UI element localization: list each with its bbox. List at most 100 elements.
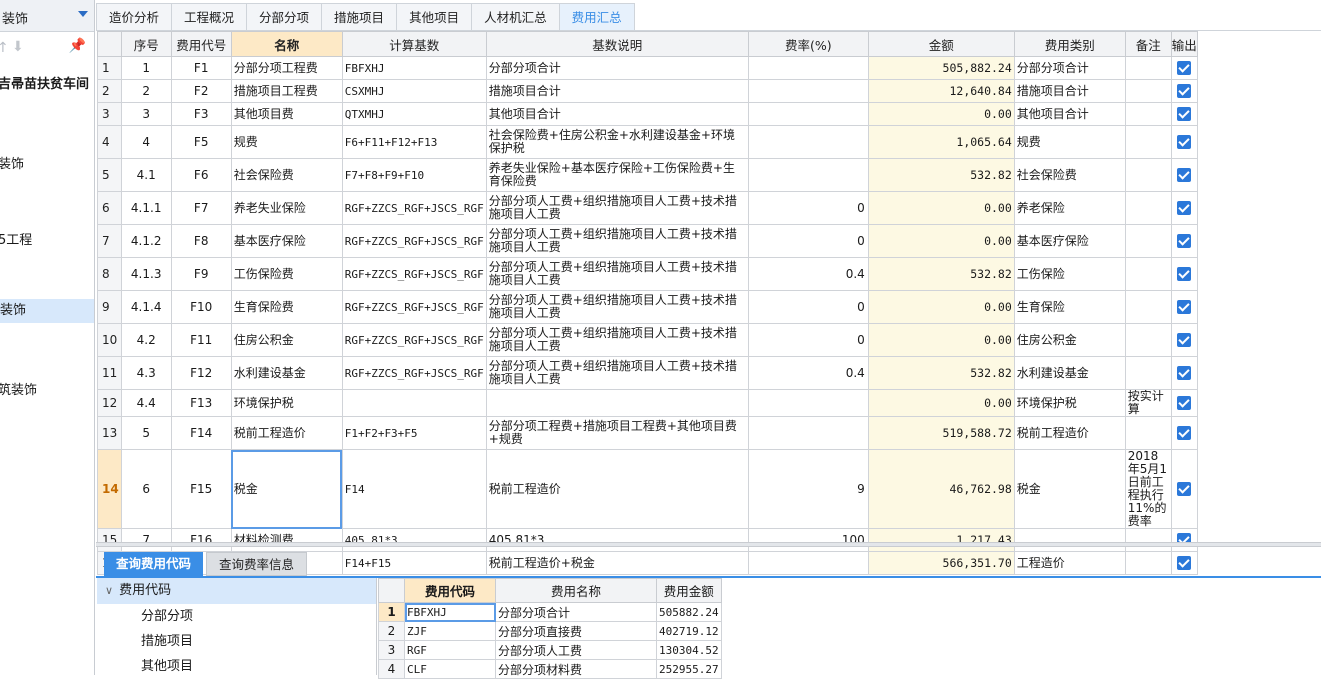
output-checkbox[interactable]: [1177, 61, 1192, 75]
column-header-name[interactable]: 名称: [230, 31, 343, 57]
cell-fee-code[interactable]: ZJF: [404, 621, 496, 641]
cell-code[interactable]: F9: [170, 257, 232, 291]
cell-code[interactable]: F7: [170, 191, 232, 225]
cell-note[interactable]: 按实计算: [1124, 389, 1172, 417]
code-column-header-2[interactable]: 费用金额: [656, 578, 722, 603]
column-header-base[interactable]: 计算基数: [341, 31, 487, 57]
table-row[interactable]: 9 4.1.4 F10 生育保险费 RGF+ZZCS_RGF+JSCS_RGF 分部分项人…: [97, 290, 1198, 324]
fee-code-tree-item[interactable]: 措施项目: [97, 629, 376, 654]
tab-3[interactable]: 措施项目: [321, 3, 398, 31]
project-selector[interactable]: 装饰: [0, 0, 94, 32]
cell-category[interactable]: 措施项目合计: [1013, 79, 1126, 103]
cell-seq[interactable]: 4.1.1: [120, 191, 172, 225]
cell-desc[interactable]: 分部分项人工费+组织措施项目人工费+技术措施项目人工费: [485, 191, 749, 225]
pin-icon[interactable]: 📌: [69, 38, 86, 54]
cell-code[interactable]: F1: [170, 56, 232, 80]
cell-desc[interactable]: 社会保险费+住房公积金+水利建设基金+环境保护税: [485, 125, 749, 159]
cell-name[interactable]: 养老失业保险: [230, 191, 343, 225]
cell-category[interactable]: 工伤保险: [1013, 257, 1126, 291]
cell-rate[interactable]: 0.4: [747, 356, 869, 390]
cell-seq[interactable]: 6: [120, 449, 172, 529]
cell-seq[interactable]: 1: [120, 56, 172, 80]
cell-code[interactable]: F8: [170, 224, 232, 258]
cell-note[interactable]: [1124, 56, 1172, 80]
cell-name[interactable]: 社会保险费: [230, 158, 343, 192]
cell-rate[interactable]: [747, 551, 869, 575]
tab-5[interactable]: 人材机汇总: [471, 3, 560, 31]
cell-seq[interactable]: 4.1.2: [120, 224, 172, 258]
cell-category[interactable]: 住房公积金: [1013, 323, 1126, 357]
cell-note[interactable]: [1124, 416, 1172, 450]
cell-note[interactable]: [1124, 257, 1172, 291]
cell-name[interactable]: 分部分项工程费: [230, 56, 343, 80]
table-row[interactable]: 14 6 F15 税金 F14 税前工程造价 9 46,762.98 税金 2018年5月1日前工…: [97, 449, 1198, 529]
table-row[interactable]: 12 4.4 F13 环境保护税 0.00 环境保护税 按实计算: [97, 389, 1198, 417]
cell-amount[interactable]: 532.82: [867, 158, 1015, 192]
cell-code[interactable]: F12: [170, 356, 232, 390]
table-row[interactable]: 4 4 F5 规费 F6+F11+F12+F13 社会保险费+住房公积金+水利建设基金+环…: [97, 125, 1198, 159]
cell-seq[interactable]: 2: [120, 79, 172, 103]
code-table-row[interactable]: 1 FBFXHJ 分部分项合计 505882.24: [378, 602, 722, 622]
cell-seq[interactable]: 3: [120, 102, 172, 126]
output-checkbox[interactable]: [1177, 300, 1192, 314]
fee-code-tree-root[interactable]: ∨ 费用代码: [97, 578, 376, 604]
code-column-header-0[interactable]: 费用代码: [404, 578, 496, 603]
cell-rate[interactable]: 100: [747, 528, 869, 552]
cell-rate[interactable]: [747, 56, 869, 80]
cell-amount[interactable]: 12,640.84: [867, 79, 1015, 103]
cell-output[interactable]: [1170, 257, 1198, 291]
cell-category[interactable]: 生育保险: [1013, 290, 1126, 324]
tab-2[interactable]: 分部分项: [246, 3, 323, 31]
cell-amount[interactable]: 1,065.64: [867, 125, 1015, 159]
output-checkbox[interactable]: [1177, 556, 1192, 570]
cell-rate[interactable]: 0: [747, 290, 869, 324]
code-column-header-1[interactable]: 费用名称: [495, 578, 657, 603]
output-checkbox[interactable]: [1177, 426, 1192, 440]
cell-rate[interactable]: 0: [747, 323, 869, 357]
table-row[interactable]: 13 5 F14 税前工程造价 F1+F2+F3+F5 分部分项工程费+措施项目工程费+其…: [97, 416, 1198, 450]
column-header-output[interactable]: 输出: [1170, 31, 1198, 57]
cell-desc[interactable]: 分部分项工程费+措施项目工程费+其他项目费+规费: [485, 416, 749, 450]
cell-base[interactable]: 405.81*3: [341, 528, 487, 552]
bottom-tab-1[interactable]: 查询费率信息: [206, 552, 308, 576]
cell-base[interactable]: CSXMHJ: [341, 79, 487, 103]
cell-code[interactable]: F11: [170, 323, 232, 357]
cell-note[interactable]: [1124, 290, 1172, 324]
cell-base[interactable]: RGF+ZZCS_RGF+JSCS_RGF: [341, 257, 487, 291]
cell-name[interactable]: 税前工程造价: [230, 416, 343, 450]
cell-output[interactable]: [1170, 191, 1198, 225]
tree-item-engineering[interactable]: 5工程: [0, 229, 92, 247]
cell-desc[interactable]: 分部分项人工费+组织措施项目人工费+技术措施项目人工费: [485, 290, 749, 324]
cell-name[interactable]: 工伤保险费: [230, 257, 343, 291]
column-header-category[interactable]: 费用类别: [1013, 31, 1126, 57]
cell-rate[interactable]: 0: [747, 191, 869, 225]
cell-name[interactable]: 其他项目费: [230, 102, 343, 126]
cell-note[interactable]: [1124, 79, 1172, 103]
output-checkbox[interactable]: [1177, 482, 1192, 496]
output-checkbox[interactable]: [1177, 396, 1192, 410]
column-header-seq[interactable]: 序号: [120, 31, 172, 57]
cell-desc[interactable]: 税前工程造价: [485, 449, 749, 529]
column-header-desc[interactable]: 基数说明: [485, 31, 749, 57]
cell-fee-code[interactable]: RGF: [404, 640, 496, 660]
cell-note[interactable]: 2018年5月1日前工程执行11%的费率: [1124, 449, 1172, 529]
column-header-rate[interactable]: 费率(%): [747, 31, 869, 57]
cell-amount[interactable]: 0.00: [867, 290, 1015, 324]
cell-amount[interactable]: 566,351.70: [867, 551, 1015, 575]
cell-note[interactable]: [1124, 323, 1172, 357]
cell-code[interactable]: F10: [170, 290, 232, 324]
tab-6[interactable]: 费用汇总: [558, 3, 635, 31]
cell-desc[interactable]: 分部分项人工费+组织措施项目人工费+技术措施项目人工费: [485, 224, 749, 258]
cell-seq[interactable]: 4.1.3: [120, 257, 172, 291]
table-row[interactable]: 7 4.1.2 F8 基本医疗保险 RGF+ZZCS_RGF+JSCS_RGF 分部分项人…: [97, 224, 1198, 258]
cell-fee-code[interactable]: CLF: [404, 659, 496, 679]
cell-desc[interactable]: 养老失业保险+基本医疗保险+工伤保险费+生育保险费: [485, 158, 749, 192]
cell-output[interactable]: [1170, 389, 1198, 417]
cell-rate[interactable]: [747, 389, 869, 417]
cell-base[interactable]: F1+F2+F3+F5: [341, 416, 487, 450]
cell-category[interactable]: 环境保护税: [1013, 389, 1126, 417]
cell-category[interactable]: 工程造价: [1013, 551, 1126, 575]
cell-name[interactable]: 水利建设基金: [230, 356, 343, 390]
cell-category[interactable]: 规费: [1013, 125, 1126, 159]
cell-amount[interactable]: 0.00: [867, 191, 1015, 225]
